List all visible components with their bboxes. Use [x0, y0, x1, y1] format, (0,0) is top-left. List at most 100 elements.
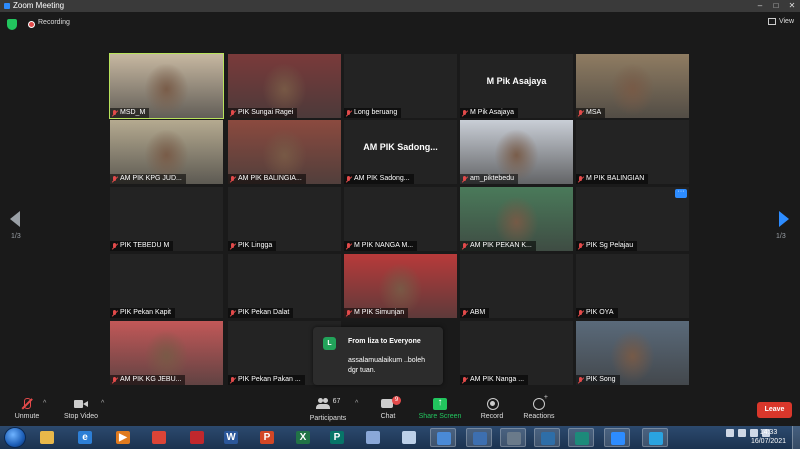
participant-name-label: Long beruang: [344, 108, 402, 118]
participant-tile[interactable]: M PIK NANGA M...: [344, 187, 457, 251]
unmute-button[interactable]: Unmute: [8, 398, 46, 420]
participant-tile[interactable]: M PIK BALINGIAN: [576, 120, 689, 184]
muted-microphone-icon: [462, 376, 467, 384]
participant-tile[interactable]: PIK Song: [576, 321, 689, 385]
participant-tile[interactable]: AM PIK Nanga ...: [460, 321, 573, 385]
telegram-icon[interactable]: [642, 428, 668, 447]
participant-tile[interactable]: M PIK Simunjan: [344, 254, 457, 318]
app-glyph-letter: e: [82, 432, 88, 443]
show-desktop-button[interactable]: [792, 426, 800, 449]
app-glyph-letter: ▶: [119, 432, 127, 443]
participant-name: Long beruang: [354, 109, 398, 116]
participants-options-chevron-icon[interactable]: ^: [355, 400, 358, 407]
participant-tile[interactable]: PIK OYA: [576, 254, 689, 318]
participant-tile[interactable]: PIK Pekan Dalat: [228, 254, 341, 318]
app-glyph: [473, 432, 487, 445]
muted-microphone-icon: [462, 109, 467, 117]
flag-icon[interactable]: [738, 429, 746, 437]
participant-tile[interactable]: PIK Pekan Kapit: [110, 254, 223, 318]
view-label: View: [778, 18, 794, 25]
page-indicator-right: 1/3: [776, 233, 786, 240]
shield-icon[interactable]: [7, 19, 17, 30]
participant-tile[interactable]: AM PIK BALINGIA...: [228, 120, 341, 184]
pdf-reader-icon[interactable]: [184, 428, 210, 447]
stop-video-label: Stop Video: [63, 413, 99, 420]
participant-tile[interactable]: MSA: [576, 54, 689, 118]
participant-tile[interactable]: AM PIK KPG JUD...: [110, 120, 223, 184]
muted-microphone-icon: [462, 242, 467, 250]
close-button[interactable]: ✕: [784, 0, 800, 12]
capture-icon[interactable]: [534, 428, 560, 447]
participant-tile[interactable]: am_piktebedu: [460, 120, 573, 184]
participant-tile[interactable]: Long beruang: [344, 54, 457, 118]
participant-name-label: PIK Pekan Dalat: [228, 308, 294, 318]
publisher-icon[interactable]: P: [324, 428, 350, 447]
unmute-label: Unmute: [14, 413, 40, 420]
clock[interactable]: 14:33 16/07/2021: [751, 428, 786, 446]
camtasia-icon[interactable]: [568, 428, 594, 447]
internet-explorer-icon[interactable]: e: [72, 428, 98, 447]
view-button[interactable]: View: [767, 18, 794, 25]
more-options-icon[interactable]: ···: [675, 188, 687, 198]
file-explorer-icon[interactable]: [34, 428, 60, 447]
stop-video-button[interactable]: Stop Video: [60, 398, 102, 420]
muted-microphone-icon: [578, 175, 583, 183]
previous-page-arrow-icon[interactable]: [10, 211, 20, 227]
minimize-button[interactable]: –: [752, 0, 768, 12]
reactions-button[interactable]: Reactions: [521, 394, 557, 420]
participants-button[interactable]: 67 Participants: [305, 398, 351, 422]
participant-name: PIK Pekan Dalat: [238, 309, 290, 316]
chrome-icon[interactable]: [146, 428, 172, 447]
chat-notification[interactable]: L From liza to Everyone assalamualaikum …: [313, 327, 443, 385]
participant-tile[interactable]: PIK TEBEDU M: [110, 187, 223, 251]
show-hidden-icons-icon[interactable]: [726, 429, 734, 437]
participant-tile[interactable]: PIK Lingga: [228, 187, 341, 251]
reactions-label: Reactions: [523, 413, 555, 420]
next-page-arrow-icon[interactable]: [779, 211, 789, 227]
participant-tile[interactable]: AM PIK KG JEBU...: [110, 321, 223, 385]
smiley-icon: [532, 394, 548, 410]
participant-name: AM PIK KPG JUD...: [120, 175, 182, 182]
zoom-icon[interactable]: [604, 428, 630, 447]
share-screen-icon: [433, 397, 447, 410]
hourglass-icon[interactable]: [500, 428, 526, 447]
media-player-icon[interactable]: ▶: [110, 428, 136, 447]
participant-name-label: M PIK BALINGIAN: [576, 174, 649, 184]
muted-microphone-icon: [462, 175, 467, 183]
globe-icon[interactable]: [466, 428, 492, 447]
muted-microphone-icon: [112, 109, 117, 117]
powerpoint-icon[interactable]: P: [254, 428, 280, 447]
excel-icon[interactable]: X: [290, 428, 316, 447]
participant-name-label: PIK Sg Pelajau: [576, 241, 638, 251]
video-options-chevron-icon[interactable]: ^: [101, 400, 104, 407]
share-screen-button[interactable]: Share Screen: [417, 397, 463, 420]
paint-icon[interactable]: [360, 428, 386, 447]
muted-microphone-icon: [230, 376, 235, 384]
participant-tile[interactable]: ··· PIK Sg Pelajau: [576, 187, 689, 251]
record-button[interactable]: Record: [477, 398, 507, 420]
app-glyph: [402, 431, 416, 444]
muted-microphone-icon: [230, 242, 235, 250]
participants-icon: [315, 398, 330, 410]
participant-name-label: AM PIK PEKAN K...: [460, 241, 536, 251]
participant-tile[interactable]: M Pik Asajaya M Pik Asajaya: [460, 54, 573, 118]
maximize-button[interactable]: □: [768, 0, 784, 12]
audio-options-chevron-icon[interactable]: ^: [43, 400, 46, 407]
app-glyph: [40, 431, 54, 444]
participant-tile[interactable]: ABM: [460, 254, 573, 318]
participant-name-label: MSD_M: [110, 108, 150, 118]
notepad-icon[interactable]: [396, 428, 422, 447]
windows-taskbar: e ▶ W P X P 14:33 16/07/2021: [0, 426, 800, 449]
participant-tile[interactable]: AM PIK Sadong... AM PIK Sadong...: [344, 120, 457, 184]
word-icon[interactable]: W: [218, 428, 244, 447]
chat-label: Chat: [380, 413, 396, 420]
network-icon[interactable]: [430, 428, 456, 447]
leave-button[interactable]: Leave: [757, 402, 792, 418]
muted-microphone-icon: [230, 109, 235, 117]
participant-tile[interactable]: MSD_M: [109, 53, 224, 119]
participant-tile[interactable]: AM PIK PEKAN K...: [460, 187, 573, 251]
participant-tile[interactable]: PIK Sungai Ragei: [228, 54, 341, 118]
start-button-icon[interactable]: [4, 427, 26, 448]
participant-name-label: PIK Sungai Ragei: [228, 108, 298, 118]
participant-name: AM PIK KG JEBU...: [120, 376, 182, 383]
